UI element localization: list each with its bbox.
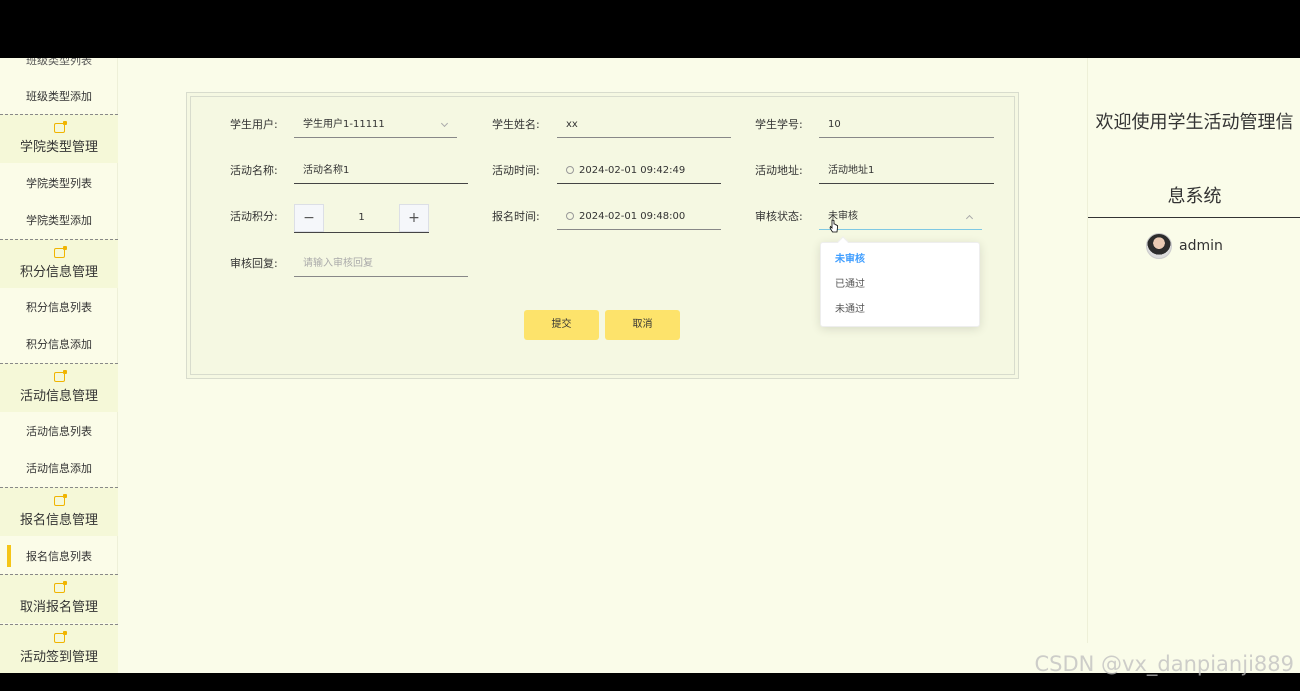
status-option-rejected[interactable]: 未通过 xyxy=(821,297,979,322)
edit-icon xyxy=(53,246,67,258)
edit-icon xyxy=(53,631,67,643)
sidebar-group-label: 活动信息管理 xyxy=(19,389,98,404)
form-card: 学生用户: 学生用户1-11111 学生姓名: xx 学生学号: 10 活动名称… xyxy=(186,92,1019,379)
chevron-down-icon xyxy=(440,119,449,128)
status-dropdown-menu: 未审核 已通过 未通过 xyxy=(820,236,980,327)
sidebar-group-activity-checkin[interactable]: 活动签到管理 xyxy=(0,624,118,673)
activity-name-label: 活动名称: xyxy=(230,164,278,177)
student-no-field[interactable]: 10 xyxy=(819,113,994,138)
review-status-label: 审核状态: xyxy=(755,210,803,223)
activity-points-stepper: − 1 + xyxy=(294,204,429,233)
review-reply-label: 审核回复: xyxy=(230,257,278,270)
review-status-select[interactable]: 未审核 xyxy=(819,205,982,230)
sidebar-group-label: 取消报名管理 xyxy=(19,600,98,615)
sidebar-item-class-type-add[interactable]: 班级类型添加 xyxy=(0,79,118,115)
student-user-label: 学生用户: xyxy=(230,118,278,131)
activity-time-value: 2024-02-01 09:42:49 xyxy=(579,165,686,176)
sidebar: 班级类型列表 班级类型添加 学院类型管理 学院类型列表 学院类型添加 积分信息管… xyxy=(0,58,118,673)
student-name-value: xx xyxy=(566,119,578,130)
sidebar-item-college-type-list[interactable]: 学院类型列表 xyxy=(0,166,118,202)
right-panel: 欢迎使用学生活动管理信息系统 admin xyxy=(1087,58,1300,643)
student-no-label: 学生学号: xyxy=(755,118,803,131)
review-reply-placeholder: 请输入审核回复 xyxy=(303,258,373,269)
student-user-select[interactable]: 学生用户1-11111 xyxy=(294,113,457,138)
sidebar-group-signup-info[interactable]: 报名信息管理 xyxy=(0,487,118,536)
edit-icon xyxy=(53,370,67,382)
sidebar-group-cancel-signup[interactable]: 取消报名管理 xyxy=(0,574,118,623)
sidebar-item-signup-list[interactable]: 报名信息列表 xyxy=(0,539,118,575)
activity-name-field[interactable]: 活动名称1 xyxy=(294,159,468,184)
edit-icon xyxy=(53,581,67,593)
edit-icon xyxy=(53,494,67,506)
activity-points-value[interactable]: 1 xyxy=(324,204,399,232)
signup-time-label: 报名时间: xyxy=(492,210,540,223)
student-name-label: 学生姓名: xyxy=(492,118,540,131)
activity-time-picker[interactable]: 2024-02-01 09:42:49 xyxy=(557,159,721,184)
signup-time-picker[interactable]: 2024-02-01 09:48:00 xyxy=(557,205,721,230)
activity-address-label: 活动地址: xyxy=(755,164,803,177)
sidebar-group-college-type[interactable]: 学院类型管理 xyxy=(0,114,118,163)
cancel-button[interactable]: 取消 xyxy=(605,310,680,340)
activity-points-label: 活动积分: xyxy=(230,210,278,223)
sidebar-item-class-type-list[interactable]: 班级类型列表 xyxy=(0,58,118,66)
app-window: 班级类型列表 班级类型添加 学院类型管理 学院类型列表 学院类型添加 积分信息管… xyxy=(0,58,1300,673)
clock-icon xyxy=(566,212,574,220)
sidebar-group-label: 积分信息管理 xyxy=(19,265,98,280)
student-no-value: 10 xyxy=(828,119,841,130)
activity-time-label: 活动时间: xyxy=(492,164,540,177)
user-info[interactable]: admin xyxy=(1146,232,1223,260)
review-reply-field[interactable]: 请输入审核回复 xyxy=(294,252,468,277)
sidebar-group-activity-info[interactable]: 活动信息管理 xyxy=(0,363,118,412)
watermark: CSDN @vx_danpianji889 xyxy=(1034,652,1294,676)
activity-address-field[interactable]: 活动地址1 xyxy=(819,159,994,184)
sidebar-item-points-add[interactable]: 积分信息添加 xyxy=(0,327,118,363)
status-option-approved[interactable]: 已通过 xyxy=(821,272,979,297)
chevron-up-icon xyxy=(965,214,974,223)
divider xyxy=(1088,217,1300,218)
status-option-pending[interactable]: 未审核 xyxy=(821,247,979,272)
student-name-field[interactable]: xx xyxy=(557,113,731,138)
signup-time-value: 2024-02-01 09:48:00 xyxy=(579,211,686,222)
mouse-cursor-icon xyxy=(829,219,838,233)
sidebar-group-label: 学院类型管理 xyxy=(19,140,98,155)
clock-icon xyxy=(566,166,574,174)
sidebar-item-activity-add[interactable]: 活动信息添加 xyxy=(0,451,118,487)
sidebar-group-label: 活动签到管理 xyxy=(19,650,98,665)
avatar xyxy=(1146,233,1172,259)
edit-icon xyxy=(53,121,67,133)
username: admin xyxy=(1179,238,1223,254)
increment-button[interactable]: + xyxy=(399,204,429,232)
activity-name-value: 活动名称1 xyxy=(303,165,350,176)
sidebar-item-activity-list[interactable]: 活动信息列表 xyxy=(0,414,118,450)
welcome-title: 欢迎使用学生活动管理信息系统 xyxy=(1095,112,1294,207)
decrement-button[interactable]: − xyxy=(294,204,324,232)
sidebar-group-label: 报名信息管理 xyxy=(19,513,98,528)
submit-button[interactable]: 提交 xyxy=(524,310,599,340)
sidebar-item-points-list[interactable]: 积分信息列表 xyxy=(0,290,118,326)
activity-address-value: 活动地址1 xyxy=(828,165,875,176)
sidebar-group-points-info[interactable]: 积分信息管理 xyxy=(0,239,118,288)
student-user-value: 学生用户1-11111 xyxy=(303,119,385,130)
sidebar-item-college-type-add[interactable]: 学院类型添加 xyxy=(0,203,118,239)
